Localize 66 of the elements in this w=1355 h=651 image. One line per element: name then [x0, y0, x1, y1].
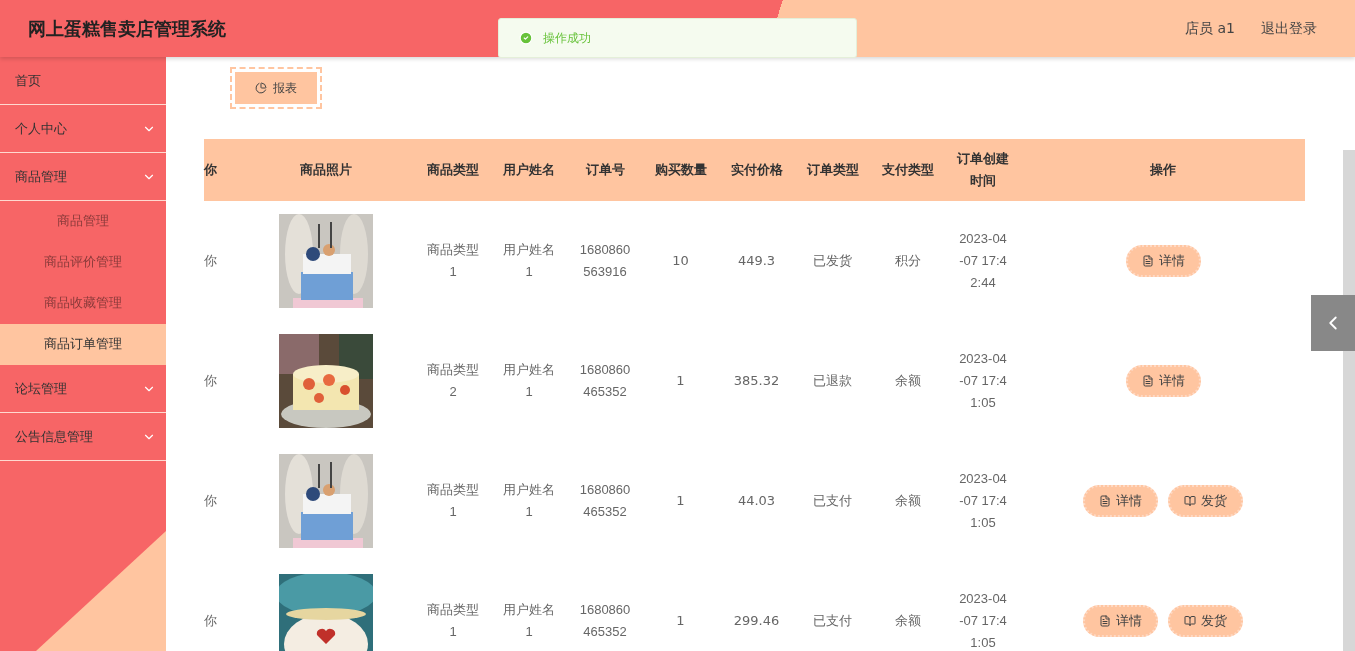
table-cell-text: 已发货 — [813, 252, 852, 270]
table-cell-text: 449.3 — [737, 252, 776, 270]
table-cell-text: 1680860563916 — [578, 241, 632, 281]
table-cell-text: 1680860465352 — [578, 481, 632, 521]
table-cell-text: 余额 — [894, 612, 921, 630]
logout-link[interactable]: 退出登录 — [1261, 19, 1317, 38]
table-cell-text: 44.03 — [737, 492, 776, 510]
column-header: 订单类型 — [806, 161, 859, 179]
table-cell-text: 积分 — [894, 252, 921, 270]
document-icon — [1099, 495, 1111, 507]
column-header: 订单创建时间 — [956, 150, 1010, 190]
table-cell-text: 用户姓名1 — [502, 361, 556, 401]
table-cell-text: 2023-04-07 17:41:05 — [958, 350, 1008, 412]
table-cell-text: 你 — [204, 492, 217, 510]
table-cell-text: 余额 — [894, 372, 921, 390]
pie-chart-icon — [255, 82, 267, 94]
table-cell-text: 用户姓名1 — [502, 481, 556, 521]
table-cell-text: 1 — [676, 372, 685, 390]
document-icon — [1141, 255, 1154, 267]
app-title: 网上蛋糕售卖店管理系统 — [28, 16, 226, 41]
column-header: 你 — [204, 161, 217, 179]
document-icon — [1141, 375, 1154, 387]
detail-button[interactable]: 详情 — [1083, 605, 1158, 637]
table-cell-text: 1 — [676, 492, 685, 510]
user-name: 店员 a1 — [1185, 19, 1235, 38]
table-cell-text: 用户姓名1 — [502, 241, 556, 281]
table-cell-text: 1 — [676, 612, 685, 630]
column-header: 商品类型 — [427, 161, 479, 179]
table-cell-text: 1680860465352 — [578, 601, 632, 641]
book-icon — [1184, 615, 1196, 627]
column-header: 用户姓名 — [503, 161, 555, 179]
table-cell-text: 商品类型1 — [426, 481, 480, 521]
table-cell-text: 你 — [204, 252, 217, 270]
column-header: 实付价格 — [730, 161, 783, 179]
book-icon — [1184, 495, 1196, 507]
detail-button[interactable]: 详情 — [1083, 485, 1158, 517]
table-cell-text: 你 — [204, 372, 217, 390]
column-header: 订单号 — [585, 161, 625, 179]
detail-button[interactable]: 详情 — [1125, 365, 1201, 397]
table-cell-text: 2023-04-07 17:41:05 — [958, 590, 1008, 651]
column-header: 购买数量 — [654, 161, 707, 179]
table-cell-text: 10 — [672, 252, 689, 270]
toast-message: 操作成功 — [543, 29, 591, 47]
document-icon — [1099, 615, 1111, 627]
table-cell-text: 2023-04-07 17:42:44 — [958, 230, 1008, 292]
check-icon — [519, 31, 533, 45]
table-cell-text: 1680860465352 — [578, 361, 632, 401]
submenu-item[interactable]: 商品订单管理 — [0, 324, 166, 365]
detail-button[interactable]: 详情 — [1125, 245, 1201, 277]
table-cell-text: 商品类型1 — [426, 601, 480, 641]
ship-button[interactable]: 发货 — [1168, 605, 1243, 637]
table-cell-text: 商品类型2 — [426, 361, 480, 401]
column-header: 商品照片 — [299, 161, 352, 179]
table-cell-text: 已退款 — [813, 372, 852, 390]
table-cell-text: 你 — [204, 612, 217, 630]
ship-button[interactable]: 发货 — [1168, 485, 1243, 517]
column-header: 支付类型 — [881, 161, 934, 179]
table-cell-text: 已支付 — [813, 612, 852, 630]
column-header: 操作 — [1150, 161, 1176, 179]
table-cell-text: 385.32 — [733, 372, 780, 390]
table-cell-text: 已支付 — [813, 492, 852, 510]
table-cell-text: 商品类型1 — [426, 241, 480, 281]
table-cell-text: 余额 — [894, 492, 921, 510]
table-cell-text: 299.46 — [733, 612, 780, 630]
table-cell-text: 2023-04-07 17:41:05 — [958, 470, 1008, 532]
table-cell-text: 用户姓名1 — [502, 601, 556, 641]
